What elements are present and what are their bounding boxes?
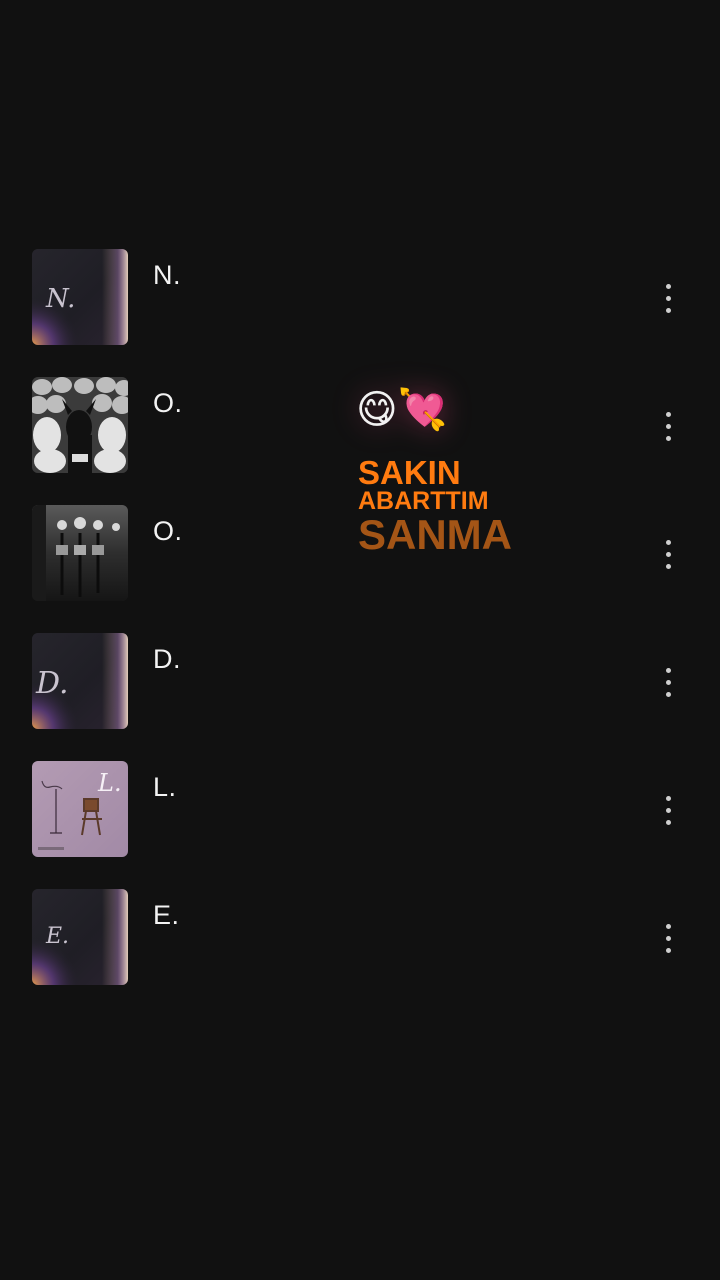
more-vertical-icon[interactable] (648, 532, 688, 576)
album-art (32, 377, 128, 473)
more-vertical-icon[interactable] (648, 404, 688, 448)
song-row[interactable]: D. D. (0, 632, 720, 760)
more-vertical-icon[interactable] (648, 788, 688, 832)
album-art: N. (32, 249, 128, 345)
song-row[interactable]: N. N. (0, 248, 720, 376)
song-title: E. (153, 900, 180, 930)
album-art: D. (32, 633, 128, 729)
song-title: O. (153, 516, 183, 546)
album-art: L. (32, 761, 128, 857)
more-vertical-icon[interactable] (648, 276, 688, 320)
album-art-letter: L. (97, 769, 122, 797)
sticker-line-3: SANMA (358, 511, 512, 558)
album-art-letter: E. (45, 924, 69, 949)
sticker-line-1: SAKIN (358, 454, 461, 491)
song-row[interactable]: E. E. (0, 888, 720, 1016)
album-art-letter: N. (45, 284, 75, 314)
album-art: E. (32, 889, 128, 985)
text-sticker[interactable]: 😋💘 SAKIN ABARTTIM SANMA (340, 372, 560, 572)
song-row[interactable]: L. L. (0, 760, 720, 888)
song-title: N. (153, 260, 181, 290)
song-title: L. (153, 772, 177, 802)
more-vertical-icon[interactable] (648, 660, 688, 704)
song-title: O. (153, 388, 183, 418)
song-list: N. N. O. O. D. D. L. L. E. E. (0, 248, 720, 1016)
album-art-letter: D. (35, 666, 69, 701)
song-title: D. (153, 644, 181, 674)
emoji-sticker: 😋💘 (356, 387, 448, 433)
album-art (32, 505, 128, 601)
more-vertical-icon[interactable] (648, 916, 688, 960)
